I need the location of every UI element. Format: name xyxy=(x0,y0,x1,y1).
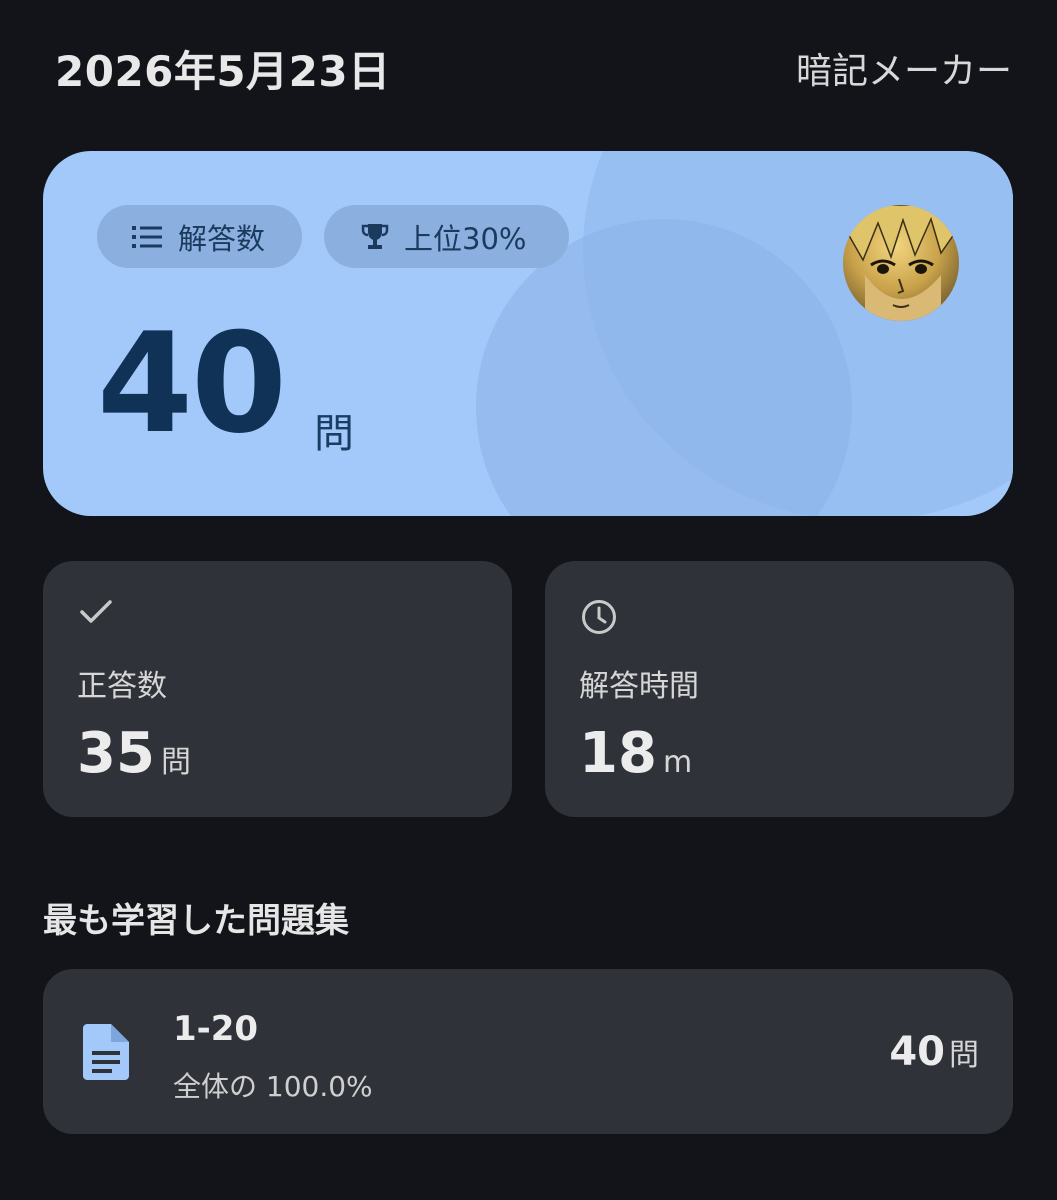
user-avatar[interactable] xyxy=(843,205,959,321)
correct-count-value: 35 問 xyxy=(77,721,191,786)
rank-chip[interactable]: 上位30% xyxy=(324,205,569,268)
most-studied-title: 最も学習した問題集 xyxy=(43,901,349,941)
answer-time-value: 18 m xyxy=(579,721,692,786)
answer-count-card: 解答数 上位30% 40 問 xyxy=(43,151,1013,516)
correct-count-unit: 問 xyxy=(160,745,191,780)
set-count-number: 40 xyxy=(889,1029,945,1075)
check-icon xyxy=(80,600,112,623)
header-date: 2026年5月23日 xyxy=(55,47,391,96)
answer-time-unit: m xyxy=(662,745,693,780)
list-icon xyxy=(132,225,162,248)
correct-count-number: 35 xyxy=(77,721,155,786)
answer-time-label: 解答時間 xyxy=(579,669,699,704)
answered-count-unit: 問 xyxy=(314,411,354,457)
answer-time-card: 解答時間 18 m xyxy=(545,561,1014,817)
clock-icon xyxy=(582,600,616,634)
rank-chip-label: 上位30% xyxy=(404,221,527,256)
trophy-icon xyxy=(361,223,389,249)
most-studied-set-card[interactable]: 1-20 全体の 100.0% 40 問 xyxy=(43,969,1013,1134)
document-icon xyxy=(83,1024,129,1080)
answers-chip[interactable]: 解答数 xyxy=(97,205,302,268)
set-count-unit: 問 xyxy=(949,1038,979,1073)
app-name: 暗記メーカー xyxy=(795,51,1012,92)
set-share: 全体の 100.0% xyxy=(173,1070,373,1103)
set-name: 1-20 xyxy=(173,1009,259,1049)
answer-time-number: 18 xyxy=(579,721,657,786)
answered-count: 40 xyxy=(97,303,287,464)
set-count: 40 問 xyxy=(889,1029,979,1075)
answers-chip-label: 解答数 xyxy=(178,221,266,256)
correct-count-label: 正答数 xyxy=(77,669,167,704)
correct-count-card: 正答数 35 問 xyxy=(43,561,512,817)
